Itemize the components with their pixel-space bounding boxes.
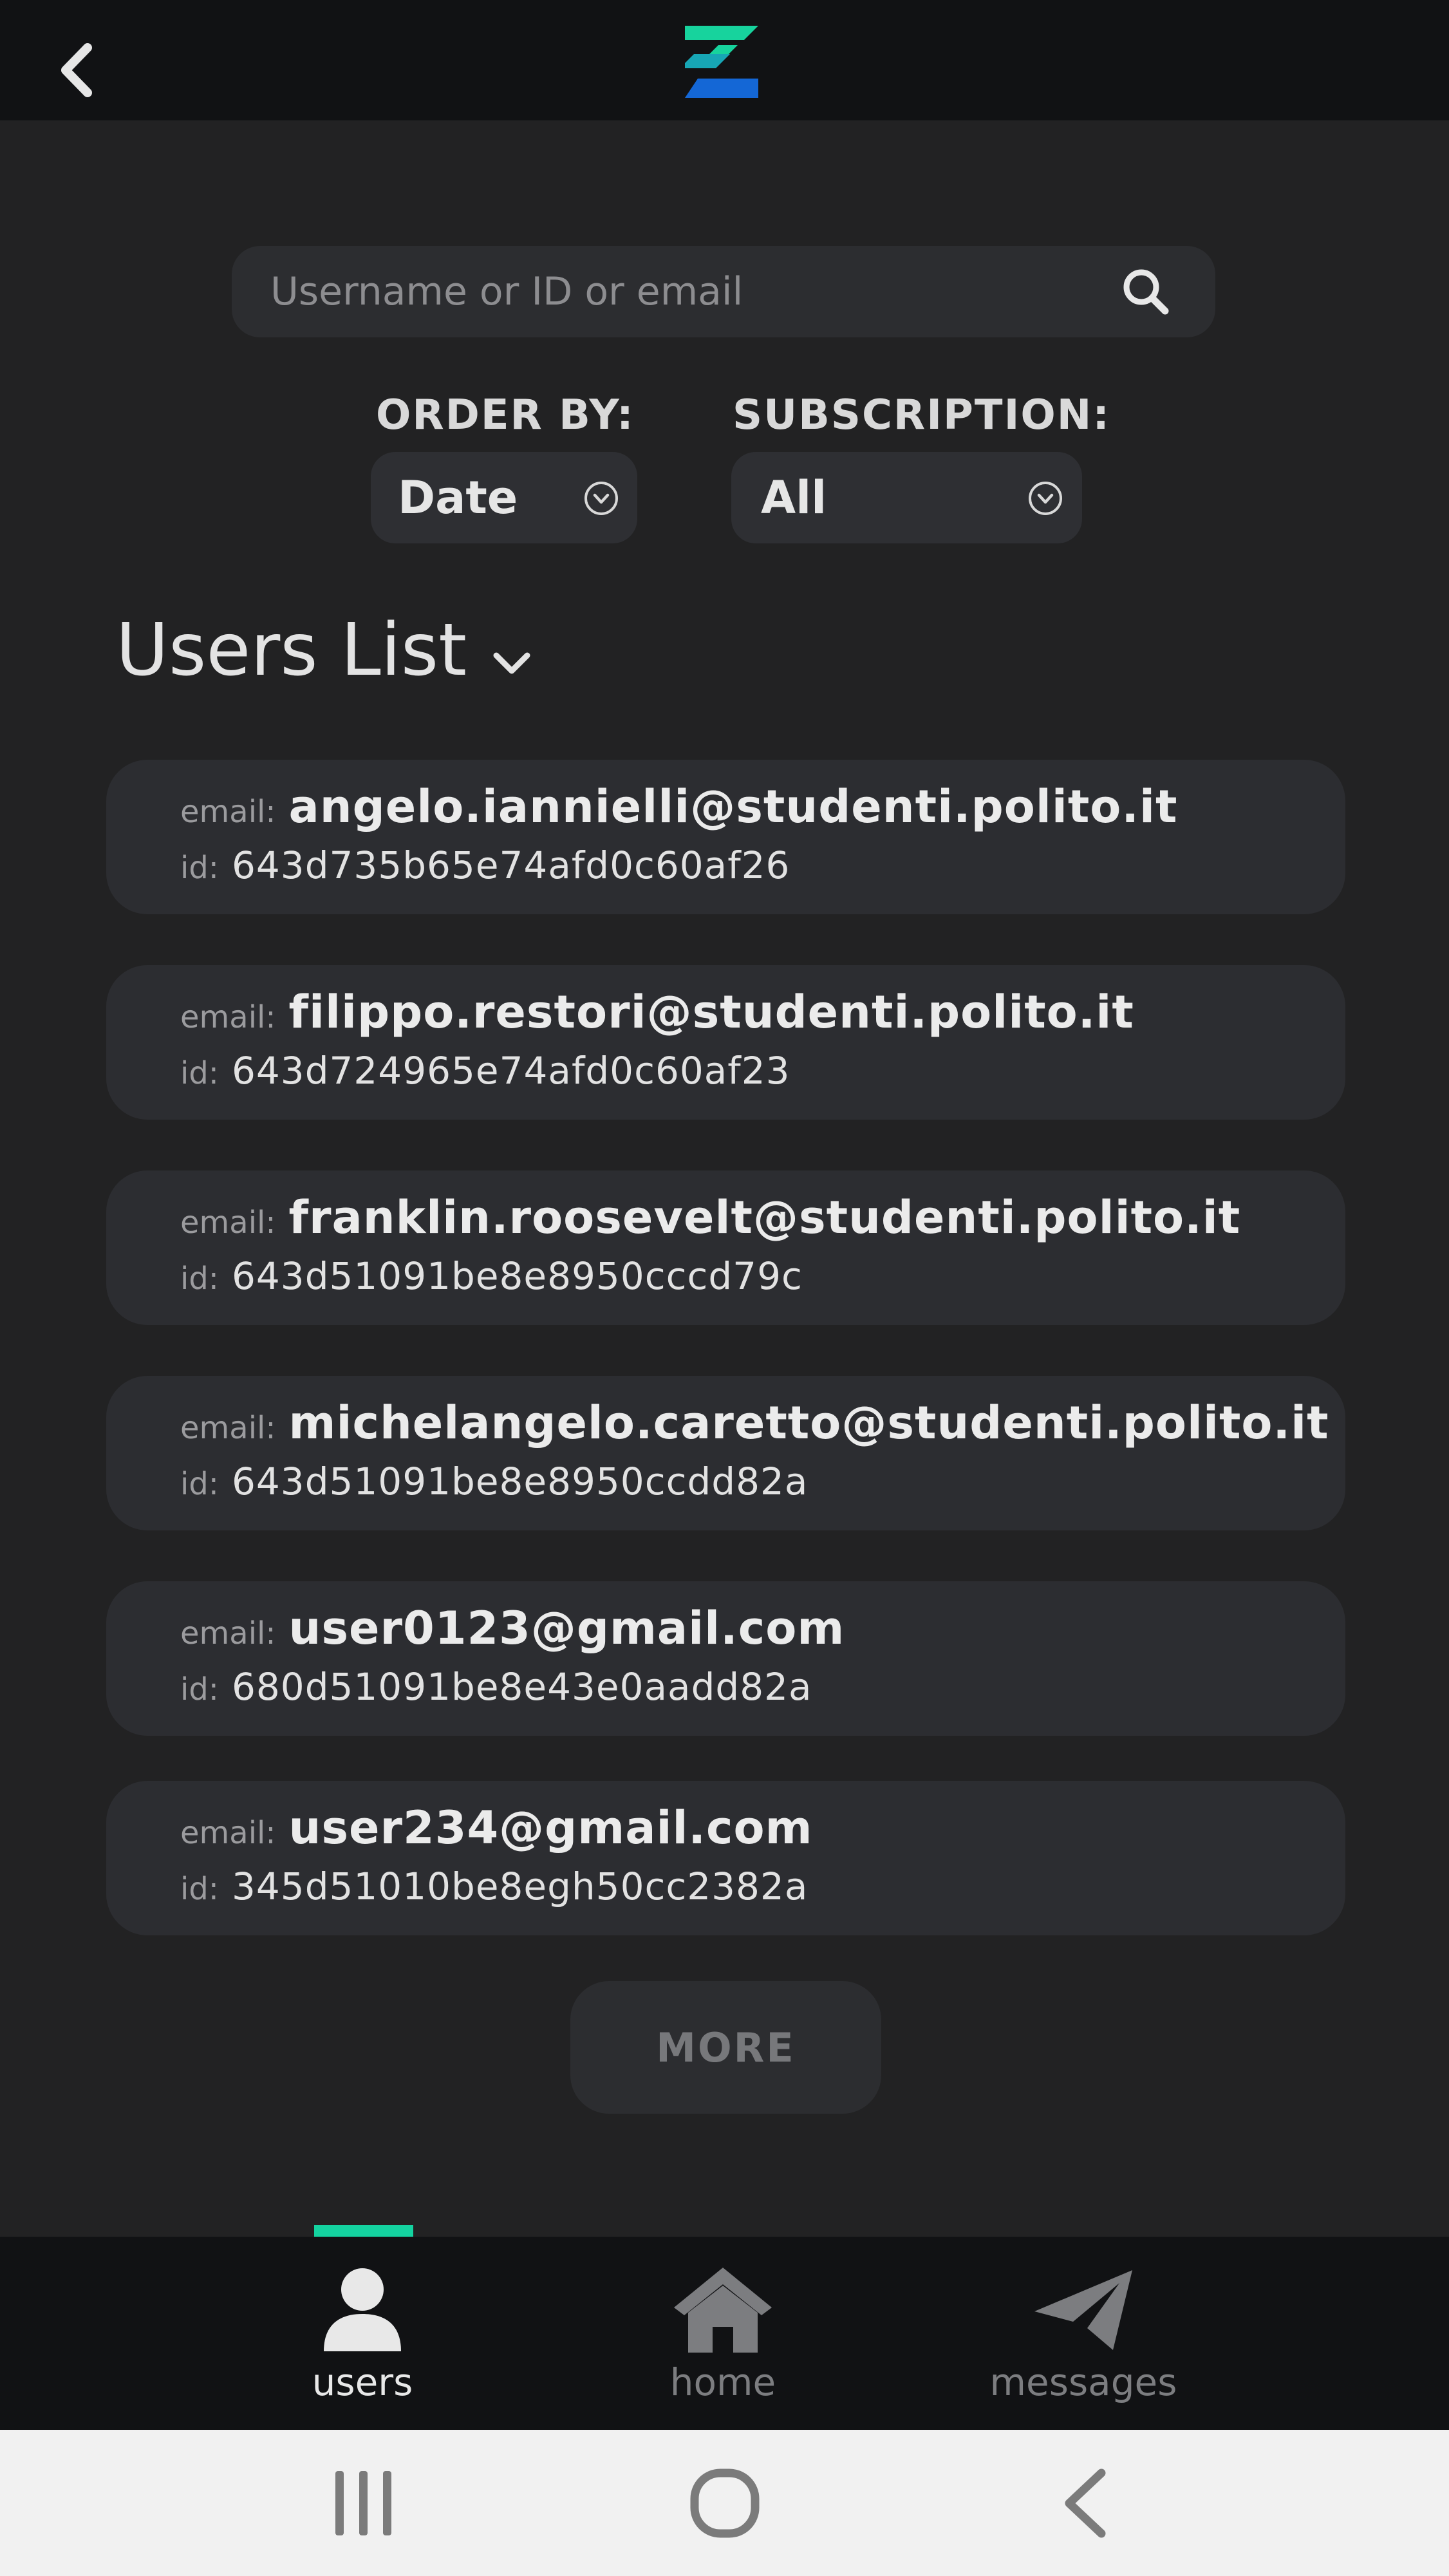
email-label: email:	[180, 1205, 276, 1241]
back-arrow-icon	[1065, 2468, 1106, 2538]
user-card[interactable]: email: user0123@gmail.com id: 680d51091be8…	[106, 1581, 1345, 1736]
order-by-select[interactable]: Date	[371, 452, 637, 543]
user-id: 680d51091be8e43e0aadd82a	[231, 1665, 812, 1709]
id-label: id:	[180, 850, 219, 886]
user-email: franklin.roosevelt@studenti.polito.it	[288, 1191, 1241, 1244]
user-card[interactable]: email: michelangelo.caretto@studenti.poli…	[106, 1376, 1345, 1530]
nav-item-home[interactable]: home	[620, 2237, 826, 2430]
search-button[interactable]	[1114, 264, 1178, 319]
home-system-button[interactable]	[673, 2465, 776, 2542]
email-label: email:	[180, 1410, 276, 1446]
app-bar	[0, 0, 1449, 120]
recent-apps-icon	[335, 2471, 391, 2535]
recent-apps-button[interactable]	[312, 2465, 415, 2542]
nav-label-home: home	[669, 2360, 776, 2404]
more-button[interactable]: MORE	[570, 1981, 881, 2114]
order-by-label: ORDER BY:	[376, 391, 635, 439]
search-icon	[1123, 269, 1169, 315]
nav-item-users[interactable]: users	[259, 2237, 465, 2430]
home-circle-icon	[690, 2468, 760, 2538]
id-label: id:	[180, 1261, 219, 1297]
user-id: 643d724965e74afd0c60af23	[231, 1049, 790, 1093]
search-box	[232, 246, 1215, 337]
nav-item-messages[interactable]: messages	[980, 2237, 1186, 2430]
id-label: id:	[180, 1871, 219, 1907]
chevron-down-circle-icon	[584, 482, 618, 515]
id-label: id:	[180, 1055, 219, 1091]
chevron-down-icon	[493, 652, 530, 674]
chevron-down-circle-icon	[1029, 482, 1062, 515]
home-icon	[674, 2268, 772, 2353]
system-back-button[interactable]	[1034, 2465, 1137, 2542]
user-id: 643d735b65e74afd0c60af26	[231, 843, 790, 887]
user-card[interactable]: email: user234@gmail.com id: 345d51010be8e…	[106, 1781, 1345, 1935]
email-label: email:	[180, 1615, 276, 1651]
chevron-left-icon	[61, 43, 92, 97]
email-label: email:	[180, 794, 276, 830]
back-button[interactable]	[50, 39, 102, 102]
subscription-value: All	[761, 471, 827, 524]
user-email: user234@gmail.com	[288, 1801, 813, 1854]
id-label: id:	[180, 1671, 219, 1707]
user-email: michelangelo.caretto@studenti.polito.it	[288, 1396, 1329, 1449]
users-list-title: Users List	[116, 608, 467, 692]
user-email: filippo.restori@studenti.polito.it	[288, 986, 1134, 1039]
user-email: user0123@gmail.com	[288, 1602, 845, 1655]
user-id: 345d51010be8egh50cc2382a	[231, 1865, 809, 1908]
subscription-select[interactable]: All	[731, 452, 1082, 543]
active-tab-indicator	[314, 2225, 413, 2238]
nav-label-users: users	[312, 2360, 413, 2404]
paper-plane-icon	[1034, 2270, 1132, 2350]
email-label: email:	[180, 999, 276, 1035]
nav-label-messages: messages	[989, 2360, 1177, 2404]
user-card[interactable]: email: franklin.roosevelt@studenti.polito…	[106, 1170, 1345, 1325]
user-icon	[324, 2268, 401, 2351]
email-label: email:	[180, 1815, 276, 1851]
system-nav-bar	[0, 2430, 1449, 2576]
user-card[interactable]: email: filippo.restori@studenti.polito.it…	[106, 965, 1345, 1120]
order-by-value: Date	[398, 471, 518, 524]
id-label: id:	[180, 1466, 219, 1502]
user-id: 643d51091be8e8950ccdd82a	[231, 1460, 809, 1503]
app-logo	[685, 26, 758, 98]
user-id: 643d51091be8e8950cccd79c	[231, 1254, 803, 1298]
subscription-label: SUBSCRIPTION:	[733, 391, 1110, 439]
bottom-nav: users home messages	[0, 2237, 1449, 2430]
users-list-toggle[interactable]: Users List	[116, 605, 531, 695]
user-email: angelo.iannielli@studenti.polito.it	[288, 780, 1178, 833]
search-input[interactable]	[270, 246, 1094, 337]
user-card[interactable]: email: angelo.iannielli@studenti.polito.i…	[106, 760, 1345, 914]
